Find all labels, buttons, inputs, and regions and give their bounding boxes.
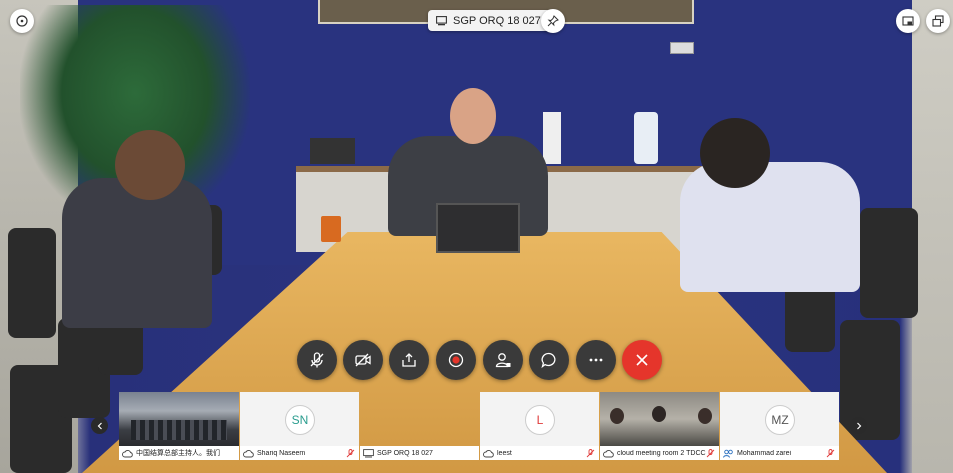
participant-tile[interactable]: L leest <box>480 392 599 460</box>
participant-name: cloud meeting room 2 TDCC <box>617 449 706 457</box>
scroll-right-button[interactable] <box>850 417 867 434</box>
chair <box>840 320 900 440</box>
person <box>62 178 212 328</box>
room-name: SGP ORQ 18 027 <box>453 14 541 27</box>
chevron-right-icon <box>856 422 861 429</box>
leave-button[interactable] <box>622 340 662 380</box>
bottle <box>634 112 658 164</box>
window-icon <box>932 15 944 27</box>
cup-stack <box>543 112 561 164</box>
record-icon <box>448 352 464 368</box>
stop-video-button[interactable] <box>343 340 383 380</box>
chevron-left-icon <box>97 422 102 429</box>
participants-button[interactable] <box>483 340 523 380</box>
participant-name: Mohammad zarei <box>737 449 792 457</box>
participant-name: SGP ORQ 18 027 <box>377 449 433 457</box>
room-name-badge: SGP ORQ 18 027 <box>428 10 551 31</box>
cloud-icon <box>483 449 494 457</box>
info-icon <box>16 15 28 27</box>
people-icon <box>723 449 733 458</box>
layout-button[interactable] <box>896 9 920 33</box>
share-icon <box>402 353 416 367</box>
more-button[interactable] <box>576 340 616 380</box>
participant-tile[interactable]: SGP ORQ 18 027 <box>360 392 479 460</box>
laptop <box>436 203 520 253</box>
scroll-left-button[interactable] <box>91 417 108 434</box>
layout-icon <box>902 16 914 26</box>
chat-icon <box>541 352 556 369</box>
room-icon <box>436 15 447 25</box>
avatar: L <box>525 405 555 435</box>
pin-button[interactable] <box>541 9 565 33</box>
mic-muted-icon <box>346 448 355 457</box>
participant-name: 中国结算总部主持人。我们 <box>136 450 220 457</box>
record-button[interactable] <box>436 340 476 380</box>
chair <box>860 208 918 318</box>
camera-off-icon <box>355 353 371 367</box>
coffee-cup <box>321 216 341 242</box>
share-screen-button[interactable] <box>389 340 429 380</box>
participants-icon <box>495 353 511 368</box>
participant-name: leest <box>497 449 512 457</box>
participant-tile[interactable]: 中国结算总部主持人。我们 <box>119 392 239 460</box>
participant-tile[interactable]: MZ Mohammad zarei <box>720 392 839 460</box>
wall-right <box>912 0 953 473</box>
avatar: SN <box>285 405 315 435</box>
mic-muted-icon <box>706 448 715 457</box>
participant-tile[interactable]: cloud meeting room 2 TDCC <box>600 392 719 460</box>
desk-phone <box>310 138 355 164</box>
popout-button[interactable] <box>926 9 950 33</box>
avatar: MZ <box>765 405 795 435</box>
close-icon <box>636 354 648 366</box>
cloud-icon <box>243 449 254 457</box>
mic-off-icon <box>310 352 324 368</box>
mute-mic-button[interactable] <box>297 340 337 380</box>
participant-name: Shariq Naseem <box>257 449 306 457</box>
mic-muted-icon <box>586 448 595 457</box>
cloud-icon <box>122 449 133 457</box>
info-button[interactable] <box>10 9 34 33</box>
chat-button[interactable] <box>529 340 569 380</box>
person <box>680 162 860 292</box>
more-icon <box>589 358 603 362</box>
cloud-icon <box>603 449 614 457</box>
participant-tile[interactable]: SN Shariq Naseem <box>240 392 359 460</box>
mic-muted-icon <box>826 448 835 457</box>
pin-icon <box>547 15 559 27</box>
chair <box>8 228 56 338</box>
wall-outlet <box>670 42 694 54</box>
room-icon <box>363 448 374 457</box>
